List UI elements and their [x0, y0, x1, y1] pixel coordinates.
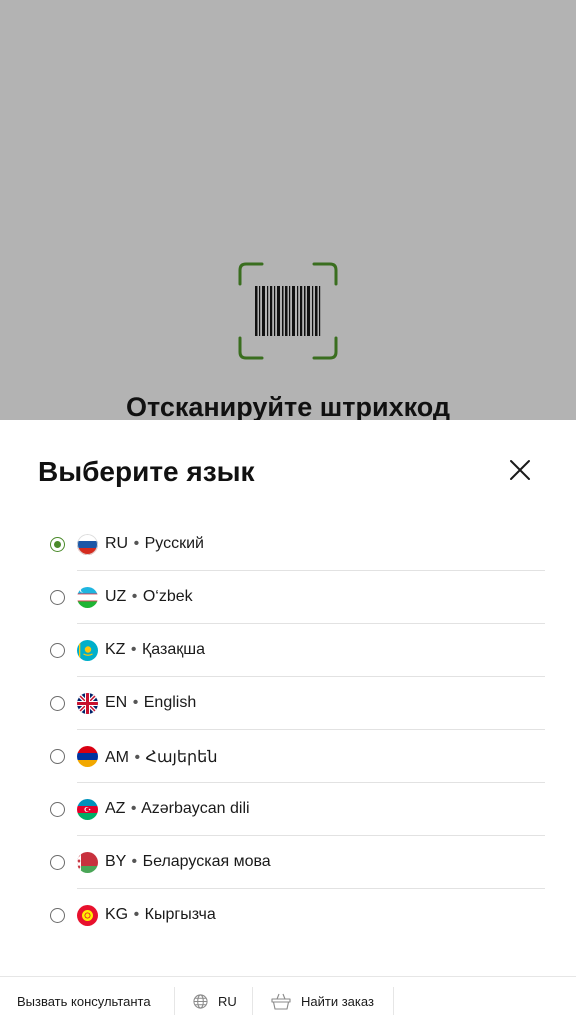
language-option-kg[interactable]: KG • Кыргызча	[0, 889, 576, 942]
language-option-label: UZ • O‘zbek	[105, 588, 193, 605]
language-bottom-sheet: Выберите язык RU • Русский UZ • O‘zbek K…	[0, 420, 576, 976]
shopping-basket-icon	[271, 993, 291, 1010]
kazakhstan-flag-icon	[77, 640, 98, 661]
find-order-label: Найти заказ	[301, 993, 374, 1009]
language-option-by[interactable]: BY • Беларуская мова	[0, 836, 576, 889]
language-code: RU	[105, 535, 129, 552]
close-button[interactable]	[502, 452, 538, 488]
radio-button[interactable]	[50, 696, 65, 711]
language-option-az[interactable]: AZ • Azərbaycan dili	[0, 783, 576, 836]
language-name: Беларуская мова	[142, 853, 271, 870]
language-code: UZ	[105, 588, 127, 605]
uzbekistan-flag-icon	[77, 587, 98, 608]
bottom-bar-divider	[252, 987, 253, 1015]
radio-button[interactable]	[50, 802, 65, 817]
language-code: EN	[105, 694, 128, 711]
radio-button[interactable]	[50, 855, 65, 870]
language-option-label: EN • English	[105, 694, 197, 711]
language-option-label: BY • Беларуская мова	[105, 853, 271, 870]
russia-flag-icon	[77, 534, 98, 555]
radio-button[interactable]	[50, 749, 65, 764]
belarus-flag-icon	[77, 852, 98, 873]
language-name: Azərbaycan dili	[141, 800, 250, 817]
bottom-bar-divider	[174, 987, 175, 1015]
language-switch-button[interactable]: RU	[193, 977, 237, 1024]
azerbaijan-flag-icon	[77, 799, 98, 820]
scan-barcode-title: Отсканируйте штрихкод	[125, 392, 451, 420]
language-code: AM	[105, 749, 129, 766]
bottom-bar: Вызвать консультанта RU Найти заказ	[0, 976, 576, 1024]
language-option-label: AZ • Azərbaycan dili	[105, 800, 250, 817]
language-name: Русский	[144, 535, 204, 552]
language-name: Қазақша	[141, 641, 205, 658]
language-list: RU • Русский UZ • O‘zbek KZ • Қазақша EN…	[0, 518, 576, 942]
language-option-ru[interactable]: RU • Русский	[0, 518, 576, 571]
kyrgyzstan-flag-icon	[77, 905, 98, 926]
current-language-label: RU	[218, 993, 237, 1009]
armenia-flag-icon	[77, 746, 98, 767]
language-name: Հայերեն	[145, 749, 218, 766]
language-code: KZ	[105, 641, 126, 658]
language-option-label: RU • Русский	[105, 535, 204, 552]
language-option-am[interactable]: AM • Հայերեն	[0, 730, 576, 783]
find-order-button[interactable]: Найти заказ	[271, 977, 374, 1024]
radio-button[interactable]	[50, 643, 65, 658]
language-code: KG	[105, 906, 129, 923]
close-icon	[510, 460, 530, 480]
language-option-kz[interactable]: KZ • Қазақша	[0, 624, 576, 677]
call-consultant-button[interactable]: Вызвать консультанта	[17, 977, 151, 1024]
language-code: AZ	[105, 800, 126, 817]
radio-button[interactable]	[50, 908, 65, 923]
uk-flag-icon	[77, 693, 98, 714]
call-consultant-label: Вызвать консультанта	[17, 993, 151, 1009]
barcode-scan-frame-icon	[238, 262, 338, 360]
bottom-bar-divider	[393, 987, 394, 1015]
scanner-viewport: Отсканируйте штрихкод	[0, 0, 576, 420]
language-name: English	[143, 694, 197, 711]
language-name: Кыргызча	[144, 906, 216, 923]
language-option-label: KG • Кыргызча	[105, 906, 216, 923]
language-option-label: KZ • Қазақша	[105, 641, 205, 658]
language-option-en[interactable]: EN • English	[0, 677, 576, 730]
language-option-uz[interactable]: UZ • O‘zbek	[0, 571, 576, 624]
language-option-label: AM • Հայերեն	[105, 749, 218, 766]
radio-button[interactable]	[50, 590, 65, 605]
language-sheet-title: Выберите язык	[38, 456, 255, 487]
globe-icon	[193, 993, 208, 1009]
radio-button-selected[interactable]	[50, 537, 65, 552]
language-code: BY	[105, 853, 127, 870]
language-name: O‘zbek	[142, 588, 193, 605]
